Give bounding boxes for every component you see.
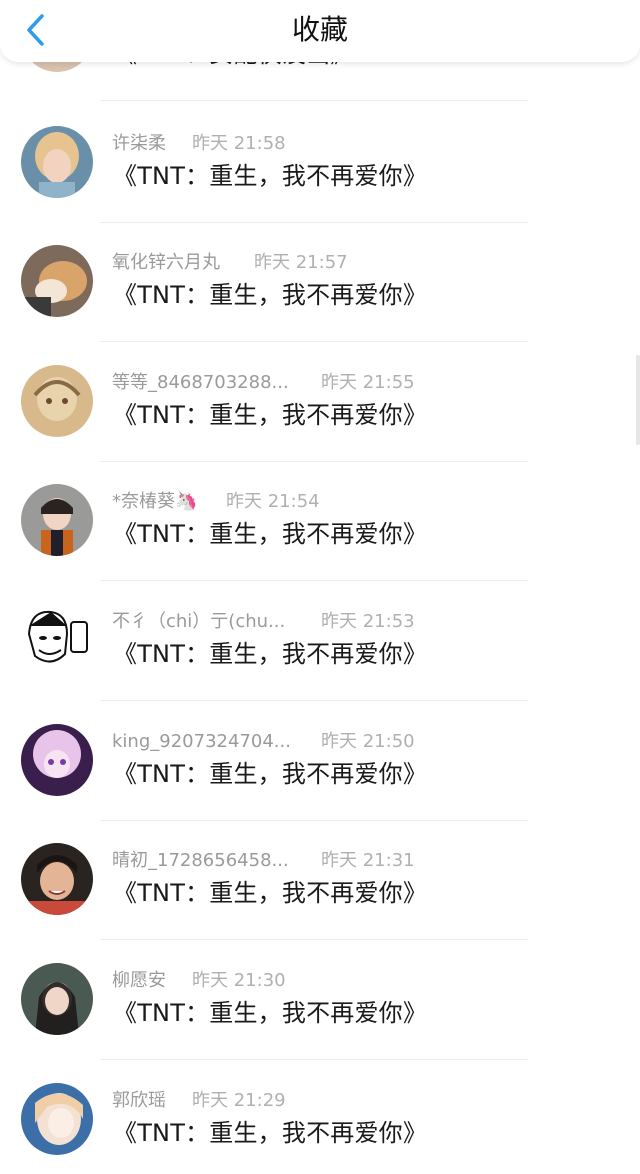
divider bbox=[100, 939, 528, 940]
user-name[interactable]: 氧化锌六月丸 bbox=[112, 251, 220, 275]
list-item[interactable]: 许柒柔 昨天 21:58 《TNT：重生，我不再爱你》 bbox=[0, 122, 640, 242]
message-content: 《TNT：重生，我不再爱你》 bbox=[113, 281, 428, 309]
timestamp: 昨天 21:30 bbox=[192, 970, 286, 991]
avatar[interactable] bbox=[21, 484, 93, 556]
timestamp: 昨天 21:50 bbox=[321, 731, 415, 752]
user-name[interactable]: 不彳（chi）亍(chu... bbox=[112, 610, 285, 634]
timestamp: 昨天 21:58 bbox=[192, 133, 286, 154]
divider bbox=[100, 222, 528, 223]
timestamp: 昨天 21:57 bbox=[254, 252, 348, 273]
avatar[interactable] bbox=[21, 724, 93, 796]
message-content: 《TNT：重生，我不再爱你》 bbox=[113, 879, 428, 907]
favorites-list[interactable]: 《TNT：女配快没出》 许柒柔 昨天 21:58 《TNT：重生，我不再爱你》 bbox=[0, 0, 640, 1174]
divider bbox=[100, 1059, 528, 1060]
avatar[interactable] bbox=[21, 963, 93, 1035]
divider bbox=[100, 580, 528, 581]
message-content: 《TNT：重生，我不再爱你》 bbox=[113, 1119, 428, 1147]
avatar[interactable] bbox=[21, 604, 93, 676]
user-name[interactable]: 郭欣瑶 bbox=[112, 1089, 166, 1113]
list-item[interactable]: 等等_8468703288... 昨天 21:55 《TNT：重生，我不再爱你》 bbox=[0, 361, 640, 481]
divider bbox=[100, 820, 528, 821]
page-title: 收藏 bbox=[291, 13, 348, 46]
divider bbox=[100, 700, 528, 701]
message-content: 《TNT：重生，我不再爱你》 bbox=[113, 640, 428, 668]
list-item[interactable]: king_9207324704... 昨天 21:50 《TNT：重生，我不再爱… bbox=[0, 720, 640, 840]
avatar[interactable] bbox=[21, 245, 93, 317]
user-name[interactable]: king_9207324704... bbox=[112, 730, 291, 754]
timestamp: 昨天 21:31 bbox=[321, 850, 415, 871]
avatar[interactable] bbox=[21, 843, 93, 915]
divider bbox=[100, 100, 528, 101]
user-name[interactable]: 晴初_1728656458... bbox=[112, 849, 289, 873]
list-item[interactable]: *奈椿葵🦄 昨天 21:54 《TNT：重生，我不再爱你》 bbox=[0, 480, 640, 600]
list-item[interactable]: 柳愿安 昨天 21:30 《TNT：重生，我不再爱你》 bbox=[0, 959, 640, 1079]
divider bbox=[100, 341, 528, 342]
message-content: 《TNT：重生，我不再爱你》 bbox=[113, 401, 428, 429]
header-bar: 收藏 bbox=[0, 0, 640, 62]
timestamp: 昨天 21:54 bbox=[226, 491, 320, 512]
list-item[interactable]: 郭欣瑶 昨天 21:29 《TNT：重生，我不再爱你》 bbox=[0, 1079, 640, 1174]
user-name[interactable]: *奈椿葵🦄 bbox=[112, 490, 197, 514]
message-content: 《TNT：重生，我不再爱你》 bbox=[113, 760, 428, 788]
user-name[interactable]: 许柒柔 bbox=[112, 132, 166, 156]
list-item[interactable]: 氧化锌六月丸 昨天 21:57 《TNT：重生，我不再爱你》 bbox=[0, 241, 640, 361]
user-name[interactable]: 柳愿安 bbox=[112, 969, 166, 993]
avatar[interactable] bbox=[21, 126, 93, 198]
message-content: 《TNT：重生，我不再爱你》 bbox=[113, 162, 428, 190]
user-name[interactable]: 等等_8468703288... bbox=[112, 371, 289, 395]
divider bbox=[100, 461, 528, 462]
list-item[interactable]: 不彳（chi）亍(chu... 昨天 21:53 《TNT：重生，我不再爱你》 bbox=[0, 600, 640, 720]
message-content: 《TNT：重生，我不再爱你》 bbox=[113, 520, 428, 548]
message-content: 《TNT：重生，我不再爱你》 bbox=[113, 999, 428, 1027]
scrollbar[interactable] bbox=[636, 355, 640, 445]
timestamp: 昨天 21:29 bbox=[192, 1090, 286, 1111]
avatar[interactable] bbox=[21, 365, 93, 437]
avatar[interactable] bbox=[21, 1083, 93, 1155]
timestamp: 昨天 21:53 bbox=[321, 611, 415, 632]
timestamp: 昨天 21:55 bbox=[321, 372, 415, 393]
list-item[interactable]: 晴初_1728656458... 昨天 21:31 《TNT：重生，我不再爱你》 bbox=[0, 839, 640, 959]
